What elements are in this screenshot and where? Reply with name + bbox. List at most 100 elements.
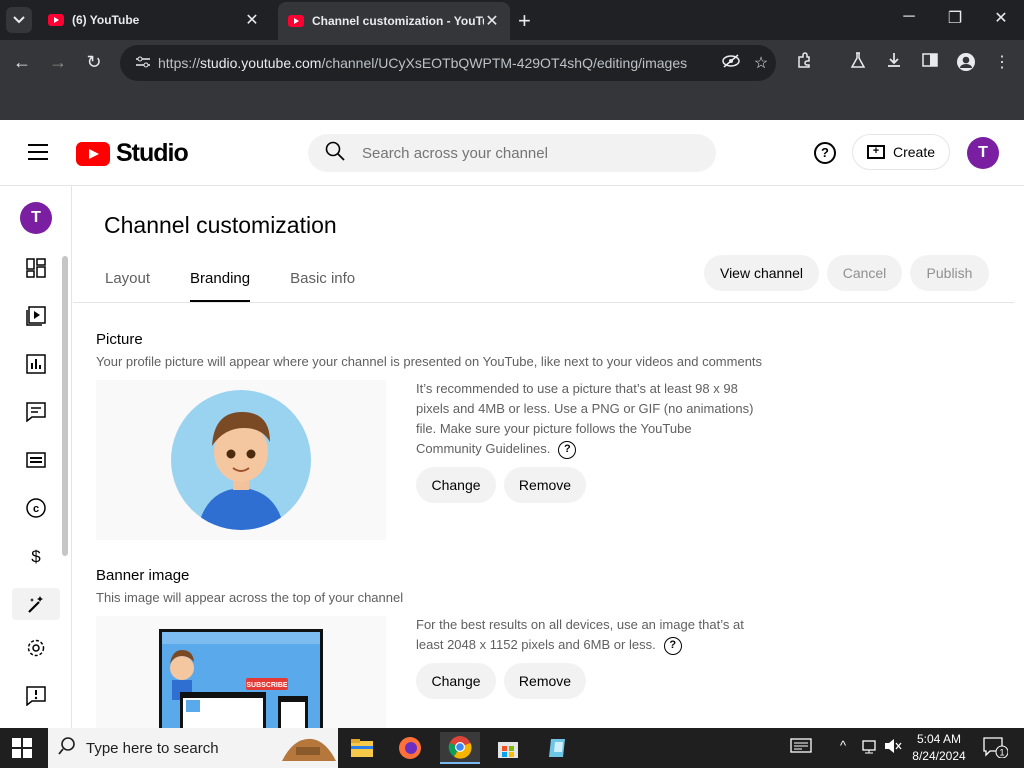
bookmark-star-icon[interactable]: ☆ xyxy=(746,53,776,73)
windows-start-icon[interactable] xyxy=(12,738,32,758)
svg-text:$: $ xyxy=(31,547,41,566)
sidebar-item-customization[interactable] xyxy=(12,588,60,620)
close-tab-icon[interactable]: ✕ xyxy=(484,11,500,31)
tab-branding[interactable]: Branding xyxy=(190,270,251,303)
browser-tab-youtube[interactable]: (6) YouTube ✕ xyxy=(38,0,270,40)
tab-title: (6) YouTube xyxy=(72,13,140,27)
banner-remove-button[interactable]: Remove xyxy=(504,663,586,699)
url-text: https://studio.youtube.com/channel/UCyXs… xyxy=(158,55,716,71)
clock-date: 8/24/2024 xyxy=(912,749,966,763)
sidebar-item-analytics[interactable] xyxy=(20,348,52,380)
microsoft-store-icon[interactable] xyxy=(488,732,528,764)
url-prefix: https:// xyxy=(158,55,201,71)
create-label: Create xyxy=(892,144,936,160)
studio-logo-text: Studio xyxy=(116,139,189,167)
picture-section-subtitle: Your profile picture will appear where y… xyxy=(96,354,763,369)
sidebar-item-subtitles[interactable] xyxy=(20,444,52,476)
feedback-icon xyxy=(26,686,46,706)
studio-sidebar: T c $ xyxy=(0,186,72,728)
picture-description-text: It’s recommended to use a picture that’s… xyxy=(416,381,754,456)
banner-preview: SUBSCRIBE xyxy=(96,616,386,728)
picture-remove-button[interactable]: Remove xyxy=(504,467,586,503)
sidebar-item-copyright[interactable]: c xyxy=(20,492,52,524)
sidebar-item-settings[interactable] xyxy=(20,632,52,664)
studio-logo[interactable]: Studio xyxy=(76,139,189,168)
extensions-icon[interactable] xyxy=(792,52,816,73)
svg-text:c: c xyxy=(33,503,39,515)
sidebar-item-feedback[interactable] xyxy=(20,680,52,712)
tab-title: Channel customization - YouTube Studio xyxy=(312,14,484,28)
restore-icon[interactable]: ❐ xyxy=(940,8,970,28)
network-icon[interactable] xyxy=(862,738,880,757)
tab-search-button[interactable] xyxy=(6,7,32,33)
search-icon[interactable] xyxy=(308,141,362,166)
app-icon[interactable] xyxy=(538,732,578,764)
banner-description: For the best results on all devices, use… xyxy=(416,615,756,655)
chrome-icon[interactable] xyxy=(440,732,480,764)
banner-preview-image: SUBSCRIBE xyxy=(159,629,323,728)
earn-icon: $ xyxy=(31,547,41,566)
content-icon xyxy=(26,306,46,326)
banner-subscribe-label: SUBSCRIBE xyxy=(246,682,288,689)
download-icon[interactable] xyxy=(882,52,906,73)
sidebar-item-earn[interactable]: $ xyxy=(20,540,52,572)
help-icon[interactable]: ? xyxy=(814,142,836,164)
help-circle-icon[interactable]: ? xyxy=(558,440,577,459)
sidebar-scrollbar[interactable] xyxy=(62,256,68,556)
back-icon[interactable]: ← xyxy=(10,52,34,73)
reload-icon[interactable]: ↻ xyxy=(82,52,106,73)
channel-avatar[interactable]: T xyxy=(20,202,52,234)
search-highlight-icon xyxy=(282,738,336,761)
menu-icon[interactable] xyxy=(28,144,48,160)
taskbar-clock[interactable]: 5:04 AM 8/24/2024 xyxy=(904,731,974,765)
dashboard-icon xyxy=(26,258,46,278)
view-channel-button[interactable]: View channel xyxy=(704,255,819,291)
tab-layout[interactable]: Layout xyxy=(105,270,150,303)
tray-overflow-icon[interactable]: ^ xyxy=(840,738,846,753)
picture-change-button[interactable]: Change xyxy=(416,467,496,503)
help-circle-icon[interactable]: ? xyxy=(663,636,682,655)
file-explorer-icon[interactable] xyxy=(342,732,382,764)
side-panel-icon[interactable] xyxy=(918,52,942,73)
customization-tabs: Layout Branding Basic info xyxy=(105,270,395,303)
create-button[interactable]: + Create xyxy=(852,134,950,170)
tab-basic-info[interactable]: Basic info xyxy=(290,270,355,303)
new-tab-icon[interactable]: + xyxy=(518,8,531,34)
publish-button[interactable]: Publish xyxy=(910,255,989,291)
banner-description-text: For the best results on all devices, use… xyxy=(416,617,744,652)
forward-icon[interactable]: → xyxy=(46,52,70,73)
close-tab-icon[interactable]: ✕ xyxy=(244,10,260,30)
eye-off-icon[interactable] xyxy=(716,53,746,73)
copyright-icon: c xyxy=(26,498,46,518)
notifications-icon[interactable]: 1 xyxy=(982,736,1009,761)
search-input[interactable] xyxy=(362,144,716,162)
taskbar-search[interactable]: Type here to search xyxy=(48,728,338,768)
profile-icon[interactable] xyxy=(954,52,978,77)
cancel-button[interactable]: Cancel xyxy=(827,255,902,291)
labs-flask-icon[interactable] xyxy=(846,52,870,73)
minimize-icon[interactable]: ─ xyxy=(894,8,924,26)
sidebar-item-dashboard[interactable] xyxy=(20,252,52,284)
sidebar-item-content[interactable] xyxy=(20,300,52,332)
volume-muted-icon[interactable] xyxy=(884,738,902,757)
banner-section-subtitle: This image will appear across the top of… xyxy=(96,590,404,605)
sidebar-item-comments[interactable] xyxy=(20,396,52,428)
comments-icon xyxy=(26,402,46,422)
tabs-divider xyxy=(73,302,1014,303)
channel-search[interactable] xyxy=(308,134,716,172)
banner-change-button[interactable]: Change xyxy=(416,663,496,699)
account-avatar[interactable]: T xyxy=(967,137,999,169)
task-view-icon[interactable] xyxy=(790,736,812,757)
address-bar[interactable]: https://studio.youtube.com/channel/UCyXs… xyxy=(120,45,776,81)
picture-description: It’s recommended to use a picture that’s… xyxy=(416,379,756,459)
chevron-down-icon xyxy=(13,16,25,24)
site-info-icon[interactable] xyxy=(128,55,158,71)
profile-picture-image xyxy=(171,390,311,530)
firefox-icon[interactable] xyxy=(390,732,430,764)
window-close-icon[interactable]: ✕ xyxy=(986,8,1016,28)
profile-picture-preview xyxy=(96,380,386,540)
clock-time: 5:04 AM xyxy=(916,732,962,746)
bookmark-bar xyxy=(0,86,1024,120)
browser-tab-studio[interactable]: Channel customization - YouTube Studio ✕ xyxy=(278,2,510,40)
more-menu-icon[interactable]: ⋮ xyxy=(990,52,1014,72)
